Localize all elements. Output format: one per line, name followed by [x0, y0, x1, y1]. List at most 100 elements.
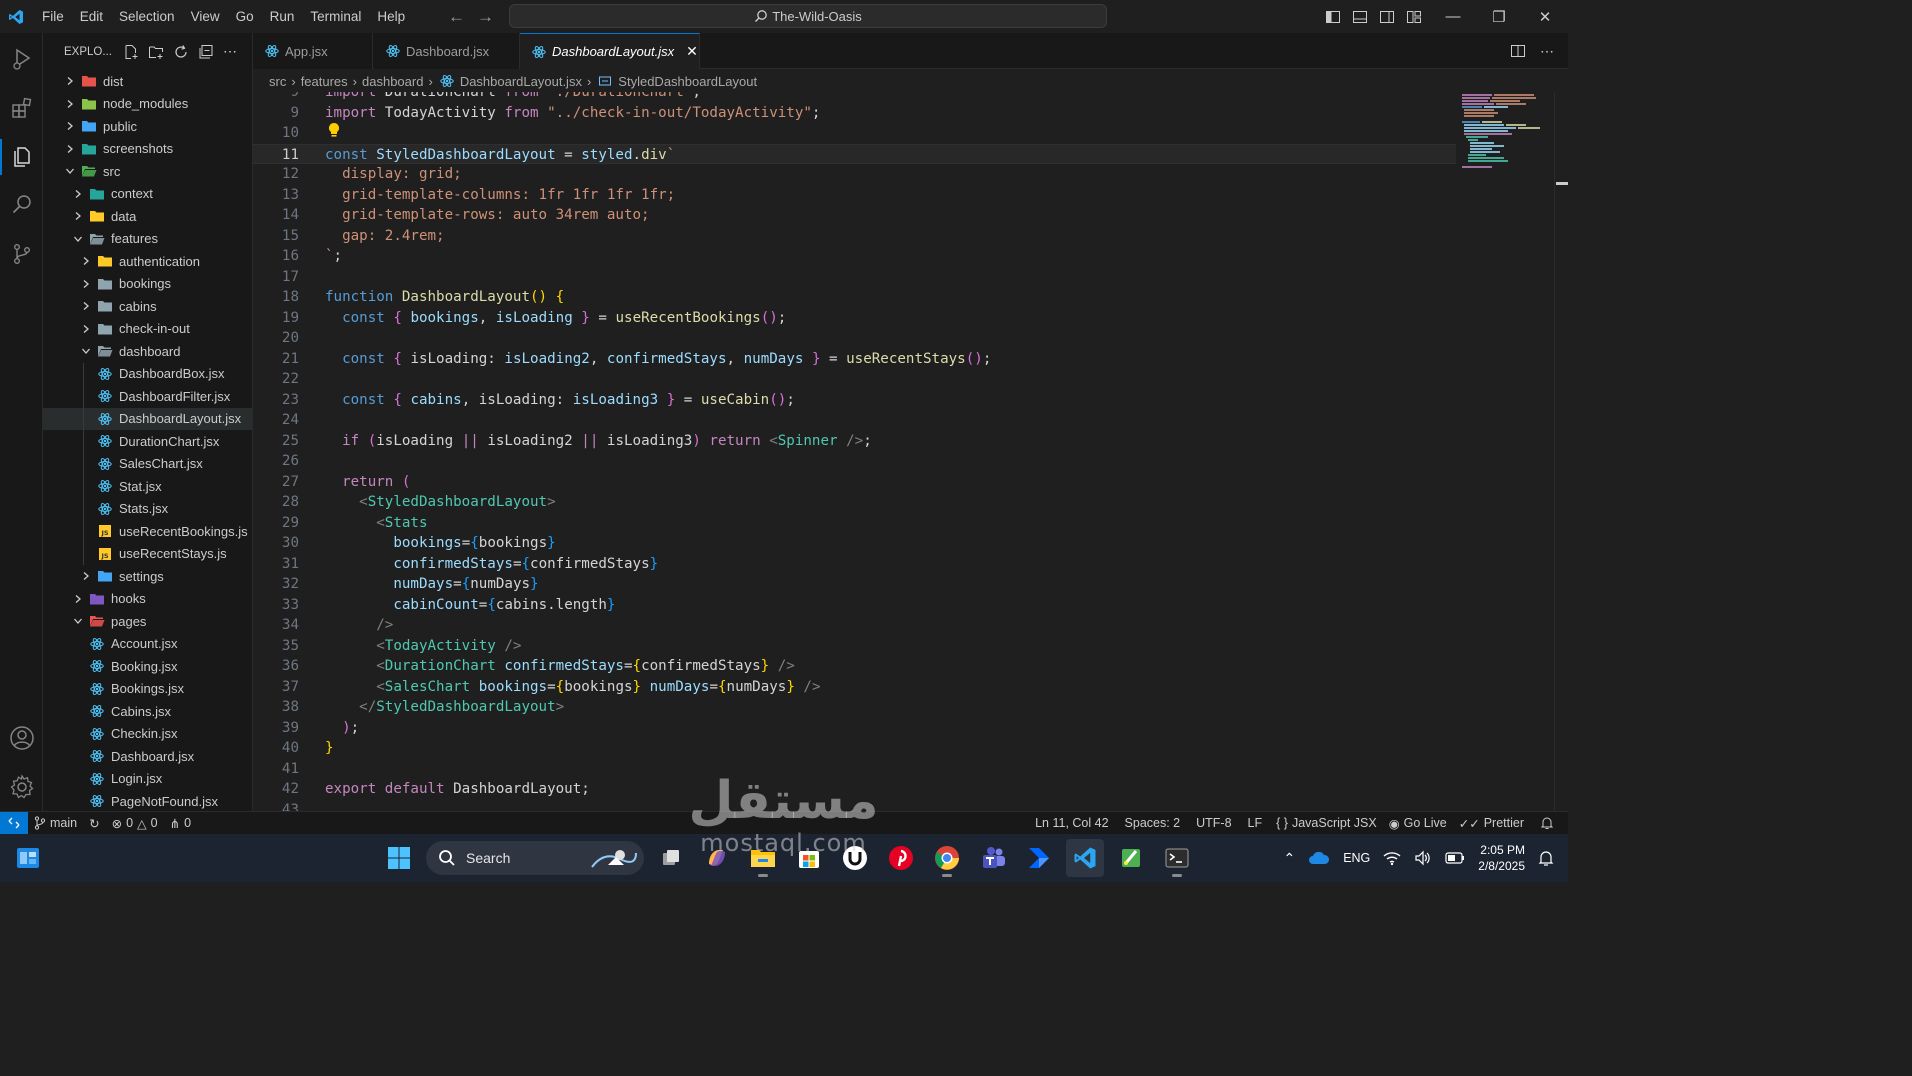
more-actions-icon[interactable]: ⋯ [1540, 43, 1554, 60]
tree-folder[interactable]: check-in-out [43, 318, 252, 341]
tree-file[interactable]: DashboardBox.jsx [43, 363, 252, 386]
indentation[interactable]: Spaces: 2 [1119, 816, 1187, 830]
wifi-icon[interactable] [1383, 850, 1401, 866]
new-folder-icon[interactable] [148, 44, 164, 60]
tree-folder[interactable]: authentication [43, 250, 252, 273]
tree-folder[interactable]: bookings [43, 273, 252, 296]
breadcrumb-item[interactable]: StyledDashboardLayout [618, 74, 757, 89]
close-window-icon[interactable]: ✕ [1522, 0, 1568, 33]
tree-file[interactable]: DashboardFilter.jsx [43, 385, 252, 408]
menu-run[interactable]: Run [262, 0, 303, 33]
line-ending[interactable]: LF [1242, 816, 1269, 830]
ports-indicator[interactable]: ⋔ 0 [164, 816, 197, 831]
file-explorer-icon[interactable] [744, 839, 782, 877]
tree-file[interactable]: Checkin.jsx [43, 723, 252, 746]
cursor-position[interactable]: Ln 11, Col 42 [1029, 816, 1114, 830]
close-tab-icon[interactable]: ✕ [686, 43, 698, 60]
onedrive-icon[interactable] [1308, 850, 1330, 866]
tab-dashboard-layout[interactable]: DashboardLayout.jsx ✕ [520, 33, 700, 69]
tree-folder[interactable]: data [43, 205, 252, 228]
menu-help[interactable]: Help [369, 0, 413, 33]
notification-bell-icon[interactable] [1538, 849, 1554, 867]
minimap[interactable] [1460, 92, 1556, 811]
tree-folder[interactable]: hooks [43, 588, 252, 611]
command-center-search[interactable]: The-Wild-Oasis [509, 4, 1107, 28]
collapse-all-icon[interactable] [198, 44, 214, 60]
volume-icon[interactable] [1414, 850, 1432, 866]
u-app-icon[interactable] [836, 839, 874, 877]
microsoft-store-icon[interactable] [790, 839, 828, 877]
breadcrumb-item[interactable]: DashboardLayout.jsx [460, 74, 582, 89]
battery-icon[interactable] [1445, 852, 1465, 864]
tree-folder[interactable]: public [43, 115, 252, 138]
toggle-secondary-sidebar-icon[interactable] [1379, 9, 1395, 25]
accounts-icon[interactable] [0, 716, 43, 760]
refresh-icon[interactable] [173, 44, 189, 60]
customize-layout-icon[interactable] [1406, 9, 1422, 25]
source-control-icon[interactable] [0, 232, 43, 276]
menu-terminal[interactable]: Terminal [302, 0, 369, 33]
tree-folder[interactable]: settings [43, 565, 252, 588]
toggle-primary-sidebar-icon[interactable] [1325, 9, 1341, 25]
teams-icon[interactable] [974, 839, 1012, 877]
tree-file[interactable]: JS useRecentStays.js [43, 543, 252, 566]
new-file-icon[interactable] [123, 44, 139, 60]
tree-file[interactable]: DurationChart.jsx [43, 430, 252, 453]
menu-file[interactable]: File [34, 0, 72, 33]
forward-arrow-icon[interactable]: → [477, 7, 494, 27]
breadcrumb-item[interactable]: src [269, 74, 286, 89]
menu-go[interactable]: Go [228, 0, 262, 33]
tree-folder[interactable]: features [43, 228, 252, 251]
tab-app[interactable]: App.jsx [253, 33, 373, 69]
task-view-icon[interactable] [652, 839, 690, 877]
tree-folder[interactable]: dist [43, 70, 252, 93]
language-indicator[interactable]: ENG [1343, 851, 1370, 865]
search-icon[interactable] [0, 183, 43, 227]
run-debug-icon[interactable] [0, 37, 43, 81]
chrome-icon[interactable] [928, 839, 966, 877]
extensions-icon[interactable] [0, 86, 43, 130]
split-editor-icon[interactable] [1510, 43, 1526, 59]
widgets-icon[interactable] [14, 844, 42, 872]
notifications-bell-icon[interactable] [1534, 816, 1560, 830]
taskbar-search-box[interactable]: Search [426, 841, 644, 875]
code-editor[interactable]: 9 import DurationChart from "./DurationCh… [253, 92, 1568, 811]
tree-file[interactable]: PageNotFound.jsx [43, 790, 252, 811]
vscode-taskbar-icon[interactable] [1066, 839, 1104, 877]
tree-file[interactable]: JS useRecentBookings.js [43, 520, 252, 543]
tree-file[interactable]: Dashboard.jsx [43, 745, 252, 768]
tree-file[interactable]: Account.jsx [43, 633, 252, 656]
copilot-icon[interactable] [698, 839, 736, 877]
tree-file[interactable]: Login.jsx [43, 768, 252, 791]
encoding[interactable]: UTF-8 [1190, 816, 1237, 830]
lightbulb-icon[interactable] [327, 122, 341, 138]
toggle-panel-icon[interactable] [1352, 9, 1368, 25]
tree-file[interactable]: Bookings.jsx [43, 678, 252, 701]
more-actions-icon[interactable]: ⋯ [223, 43, 237, 60]
remote-indicator-icon[interactable] [0, 811, 28, 835]
tree-file[interactable]: Booking.jsx [43, 655, 252, 678]
tree-file[interactable]: SalesChart.jsx [43, 453, 252, 476]
explorer-icon[interactable] [0, 135, 43, 179]
branch-indicator[interactable]: main [28, 816, 83, 830]
go-live-button[interactable]: ◉ Go Live [1383, 816, 1453, 831]
prettier-button[interactable]: ✓✓ Prettier [1453, 816, 1530, 831]
manage-gear-icon[interactable] [0, 765, 43, 809]
tab-dashboard[interactable]: Dashboard.jsx [374, 33, 520, 69]
back-arrow-icon[interactable]: ← [448, 7, 465, 27]
tree-file[interactable]: Stats.jsx [43, 498, 252, 521]
menu-edit[interactable]: Edit [72, 0, 111, 33]
sync-icon[interactable]: ↻ [83, 816, 105, 831]
breadcrumb-item[interactable]: dashboard [362, 74, 423, 89]
tree-folder[interactable]: context [43, 183, 252, 206]
tree-folder[interactable]: cabins [43, 295, 252, 318]
tree-folder[interactable]: pages [43, 610, 252, 633]
language-mode[interactable]: { } JavaScript JSX [1270, 816, 1383, 830]
paint-icon[interactable] [1112, 839, 1150, 877]
problems-indicator[interactable]: ⊗ 0 △ 0 [106, 816, 164, 831]
system-clock[interactable]: 2:05 PM 2/8/2025 [1478, 842, 1525, 874]
breadcrumb-item[interactable]: features [301, 74, 348, 89]
menu-selection[interactable]: Selection [111, 0, 183, 33]
chevron-up-icon[interactable]: ⌃ [1283, 850, 1295, 867]
tree-file[interactable]: DashboardLayout.jsx [43, 407, 252, 430]
